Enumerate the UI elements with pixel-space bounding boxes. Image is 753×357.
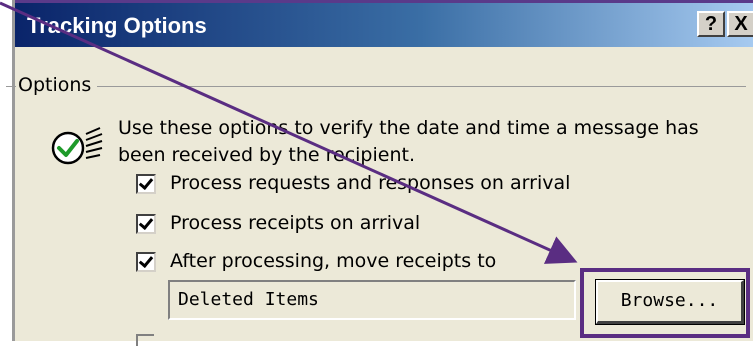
dialog-title: Tracking Options — [27, 13, 207, 38]
checkbox-box[interactable] — [136, 174, 156, 194]
checkbox-label: Process requests and responses on arriva… — [170, 172, 571, 194]
checkbox-label: Process receipts on arrival — [170, 212, 421, 234]
browse-button[interactable]: Browse... — [595, 279, 745, 325]
close-button[interactable]: X — [727, 11, 753, 37]
options-description: Use these options to verify the date and… — [118, 117, 699, 166]
tracking-check-icon — [51, 127, 103, 165]
partial-checkbox[interactable] — [136, 334, 154, 346]
checkbox-label: After processing, move receipts to — [170, 250, 497, 272]
checkbox-box[interactable] — [136, 214, 156, 234]
receipts-folder-field[interactable]: Deleted Items — [168, 280, 576, 320]
checkbox-box[interactable] — [136, 252, 156, 272]
help-button[interactable]: ? — [697, 11, 725, 37]
title-bar[interactable]: Tracking Options ? X — [15, 0, 753, 47]
options-group-label: Options — [16, 74, 98, 96]
